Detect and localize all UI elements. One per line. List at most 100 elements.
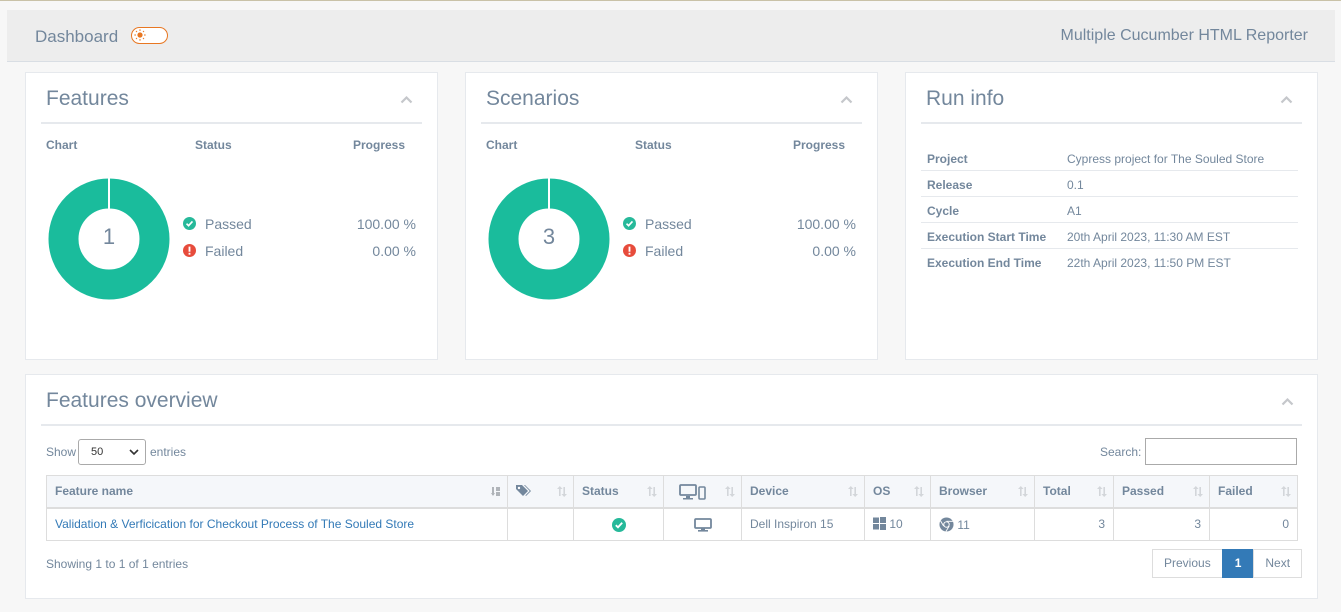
os-version: 10 <box>889 517 903 532</box>
th-failed[interactable]: Failed <box>1209 475 1298 509</box>
table-info: Showing 1 to 1 of 1 entries <box>46 557 189 571</box>
th-label: Total <box>1043 484 1071 499</box>
dashboard-title[interactable]: Dashboard <box>35 27 118 47</box>
th-passed[interactable]: Passed <box>1113 475 1210 509</box>
entries-select[interactable]: 50 <box>78 439 146 465</box>
pagination-next[interactable]: Next <box>1253 549 1303 578</box>
cell-browser: 11 <box>930 507 1035 541</box>
exclamation-circle-icon <box>623 244 636 257</box>
search-input[interactable] <box>1145 438 1297 465</box>
th-total[interactable]: Total <box>1034 475 1114 509</box>
th-os[interactable]: OS <box>864 475 931 509</box>
run-info-key: Execution End Time <box>927 256 1042 270</box>
cell-feature-name[interactable]: Validation & Verficication for Checkout … <box>46 507 508 541</box>
th-feature-name[interactable]: Feature name <box>46 475 508 509</box>
status-failed-label: Failed <box>645 243 684 259</box>
th-device[interactable]: Device <box>741 475 865 509</box>
run-info-value: A1 <box>1067 204 1082 218</box>
divider <box>41 122 422 124</box>
th-label: Failed <box>1218 484 1253 499</box>
pagination-page[interactable]: 1 <box>1221 549 1255 578</box>
tags-icon <box>516 485 531 496</box>
cell-failed: 0 <box>1209 507 1298 541</box>
column-header-chart: Chart <box>486 138 518 152</box>
th-label: Browser <box>939 484 988 499</box>
run-info-row: Project Cypress project for The Souled St… <box>921 145 1298 171</box>
th-platform[interactable] <box>663 475 742 509</box>
cell-platform <box>663 507 742 541</box>
divider <box>481 122 862 124</box>
sort-icon <box>1018 486 1028 497</box>
chevron-up-icon[interactable] <box>1281 397 1294 406</box>
feature-link[interactable]: Validation & Verficication for Checkout … <box>55 517 414 531</box>
desktop-icon <box>693 517 712 532</box>
check-circle-icon <box>611 517 626 532</box>
desktop-mobile-icon <box>679 484 706 500</box>
chevron-up-icon[interactable] <box>1280 95 1293 104</box>
run-info-key: Cycle <box>927 204 960 218</box>
sort-icon <box>1097 486 1107 497</box>
run-info-value: 20th April 2023, 11:30 AM EST <box>1067 230 1231 244</box>
sort-icon <box>725 486 735 497</box>
run-info-panel: Run info Project Cypress project for The … <box>905 72 1318 360</box>
table-row: Validation & Verficication for Checkout … <box>46 507 1298 541</box>
scenarios-panel: Scenarios Chart Status Progress 3 Passed… <box>465 72 878 360</box>
sort-alpha-icon <box>491 487 500 496</box>
cell-tags <box>507 507 574 541</box>
features-total: 1 <box>102 224 116 249</box>
th-label: Device <box>750 484 789 499</box>
run-info-row: Release 0.1 <box>921 171 1298 197</box>
cell-status <box>573 507 664 541</box>
passed-progress: 100.00 % <box>356 216 416 232</box>
th-browser[interactable]: Browser <box>930 475 1035 509</box>
th-label: Status <box>582 484 619 499</box>
run-info-value: 0.1 <box>1067 178 1084 192</box>
cell-os: 10 <box>864 507 931 541</box>
panel-title: Features overview <box>46 389 218 412</box>
run-info-key: Release <box>927 178 973 192</box>
sort-icon <box>914 486 924 497</box>
divider <box>921 122 1302 124</box>
passed-progress: 100.00 % <box>796 216 856 232</box>
run-info-key: Project <box>927 152 968 166</box>
th-status[interactable]: Status <box>573 475 664 509</box>
run-info-key: Execution Start Time <box>927 230 1047 244</box>
sort-icon <box>557 486 567 497</box>
sun-icon <box>134 29 146 41</box>
chevron-down-icon <box>129 449 139 456</box>
th-label: OS <box>873 484 891 499</box>
column-header-status: Status <box>195 138 232 152</box>
windows-icon <box>873 517 886 531</box>
features-table: Feature name Status Device OS Browser To… <box>46 475 1298 541</box>
status-passed-label: Passed <box>645 216 692 232</box>
run-info-value: Cypress project for The Souled Store <box>1067 152 1265 166</box>
run-info-row: Cycle A1 <box>921 197 1298 223</box>
th-tags[interactable] <box>507 475 574 509</box>
browser-version: 11 <box>957 517 970 532</box>
run-info-row: Execution End Time 22th April 2023, 11:50… <box>921 249 1298 275</box>
chevron-up-icon[interactable] <box>400 95 413 104</box>
features-overview-panel: Features overview Show 50 entries Search… <box>25 374 1318 599</box>
column-header-status: Status <box>635 138 672 152</box>
pagination: Previous 1 Next <box>1152 549 1303 578</box>
entries-label: entries <box>150 445 187 459</box>
th-label: Passed <box>1122 484 1165 499</box>
cell-passed: 3 <box>1113 507 1210 541</box>
th-label: Feature name <box>55 484 134 499</box>
theme-toggle[interactable] <box>131 27 168 44</box>
chevron-up-icon[interactable] <box>840 95 853 104</box>
pagination-previous[interactable]: Previous <box>1152 549 1223 578</box>
search-label: Search: <box>1100 445 1142 459</box>
failed-progress: 0.00 % <box>372 243 416 259</box>
top-navbar: Dashboard Multiple Cucumber HTML Reporte… <box>7 10 1335 62</box>
check-circle-icon <box>623 217 636 230</box>
column-header-chart: Chart <box>46 138 78 152</box>
column-header-progress: Progress <box>793 138 846 152</box>
status-passed-label: Passed <box>205 216 252 232</box>
chrome-icon <box>939 517 954 532</box>
sort-icon <box>1281 486 1291 497</box>
panel-title: Scenarios <box>486 87 580 110</box>
column-header-progress: Progress <box>353 138 406 152</box>
run-info-value: 22th April 2023, 11:50 PM EST <box>1067 256 1231 270</box>
divider <box>41 424 1302 426</box>
